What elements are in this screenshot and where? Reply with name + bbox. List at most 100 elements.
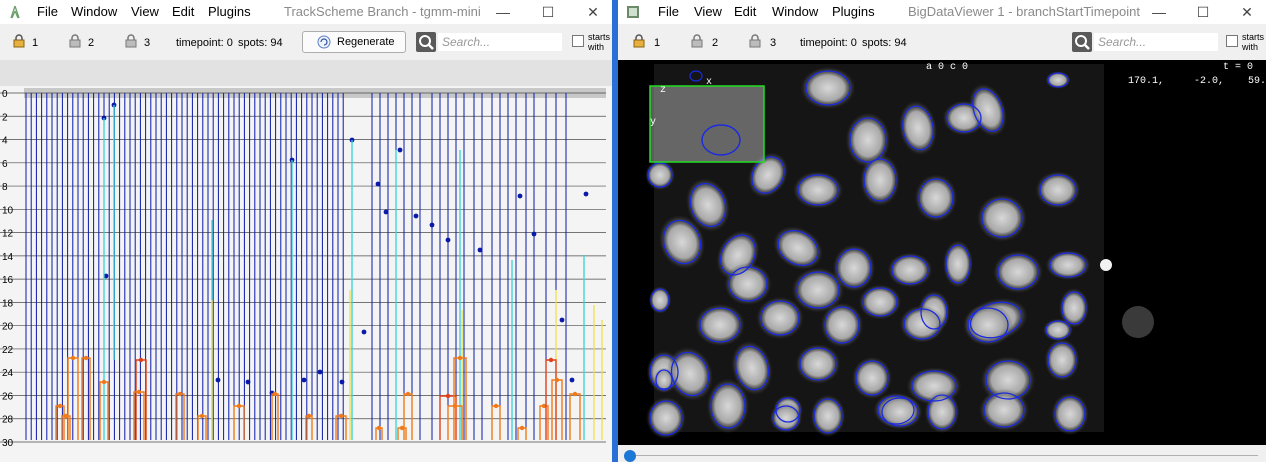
lock-icon[interactable] [690, 34, 704, 48]
timepoint-axis-label: 4 [2, 136, 8, 147]
spots-label: spots: 94 [862, 37, 907, 49]
coordinates-overlay: 170.1, -2.0, 59.4 [1128, 76, 1266, 87]
spot-node [477, 247, 483, 253]
time-slider-thumb[interactable] [624, 450, 636, 462]
lock-icon[interactable] [124, 34, 138, 48]
search-icon[interactable] [1072, 32, 1092, 52]
app-icon [10, 5, 20, 19]
menu-view[interactable]: View [131, 4, 159, 19]
nucleus [977, 194, 1027, 242]
spot-node [338, 413, 344, 419]
minimize-button[interactable]: — [1144, 2, 1174, 22]
search-icon[interactable] [416, 32, 436, 52]
timepoint-axis-label: 30 [2, 438, 14, 449]
nucleus [646, 396, 686, 440]
axis-y-label: y [650, 117, 656, 128]
regenerate-button[interactable]: Regenerate [302, 31, 406, 53]
spot-node [375, 181, 381, 187]
lock-3-label: 3 [770, 37, 777, 49]
spot-node [339, 379, 345, 385]
spot-node [519, 425, 525, 431]
spot-node [177, 391, 183, 397]
nucleus [810, 394, 846, 438]
nucleus [887, 252, 933, 288]
timepoint-axis-label: 18 [2, 298, 14, 309]
spot-node [457, 355, 463, 361]
menu-file[interactable]: File [37, 4, 58, 19]
spot-node [376, 425, 382, 431]
nucleus [914, 174, 958, 222]
spot-node [138, 357, 144, 363]
close-button[interactable]: ✕ [578, 2, 608, 22]
menu-plugins[interactable]: Plugins [832, 4, 875, 19]
trackscheme-titlebar[interactable]: File Window View Edit Plugins TrackSchem… [0, 0, 612, 24]
nucleus [695, 303, 745, 347]
bdv-image-viewer[interactable]: z x y a 0 c 0 t = 0 170.1, -2.0, 59.4 [618, 60, 1266, 445]
menu-view[interactable]: View [694, 4, 722, 19]
spot-node [199, 413, 205, 419]
spot-node [317, 369, 323, 375]
lock-1-label: 1 [32, 37, 39, 49]
nucleus [648, 286, 672, 314]
nucleus [899, 305, 945, 343]
nucleus [858, 284, 902, 320]
lock-icon[interactable] [68, 34, 82, 48]
menu-plugins[interactable]: Plugins [208, 4, 251, 19]
menu-window[interactable]: Window [71, 4, 117, 19]
lock-icon[interactable] [632, 34, 646, 48]
lock-icon[interactable] [12, 34, 26, 48]
window-title: TrackScheme Branch - tgmm-mini [284, 4, 481, 19]
starts-with-checkbox[interactable] [572, 35, 584, 47]
bigdataviewer-window: File View Edit Window Plugins BigDataVie… [616, 0, 1266, 462]
nucleus [1122, 306, 1154, 338]
timepoint-label: timepoint: 0 [176, 37, 233, 49]
starts-with-label: starts with [1242, 32, 1265, 52]
close-button[interactable]: ✕ [1232, 2, 1262, 22]
timepoint-axis-label: 14 [2, 252, 14, 263]
lock-icon[interactable] [748, 34, 762, 48]
spot-node [517, 193, 523, 199]
maximize-button[interactable]: ☐ [533, 2, 563, 22]
menu-file[interactable]: File [658, 4, 679, 19]
nucleus [1044, 338, 1080, 382]
nucleus [645, 160, 675, 190]
trackscheme-toolbar: 1 2 3 timepoint: 0 spots: 94 Regenerate … [0, 28, 612, 58]
timepoint-label: timepoint: 0 [800, 37, 857, 49]
maximize-button[interactable]: ☐ [1188, 2, 1218, 22]
app-icon [627, 6, 639, 18]
spot-node [493, 403, 499, 409]
menu-window[interactable]: Window [772, 4, 818, 19]
menu-edit[interactable]: Edit [172, 4, 194, 19]
window-title: BigDataViewer 1 - branchStartTimepoint [908, 4, 1140, 19]
timepoint-axis-label: 2 [2, 112, 8, 123]
bdv-titlebar[interactable]: File View Edit Window Plugins BigDataVie… [618, 0, 1266, 24]
timepoint-axis-label: 8 [2, 182, 8, 193]
nucleus [795, 344, 841, 384]
timepoint-axis-label: 28 [2, 415, 14, 426]
minimize-button[interactable]: — [488, 2, 518, 22]
timepoint-axis-label: 10 [2, 205, 14, 216]
nucleus [924, 390, 960, 434]
bright-spot [1100, 259, 1112, 271]
nucleus [943, 240, 973, 288]
search-input[interactable] [1094, 33, 1218, 51]
spot-node [70, 355, 76, 361]
spot-node [559, 317, 565, 323]
regenerate-label: Regenerate [337, 36, 395, 48]
spot-node [272, 391, 278, 397]
spot-node [83, 355, 89, 361]
spot-node [397, 147, 403, 153]
spot-node [306, 413, 312, 419]
timepoint-axis-label: 16 [2, 275, 14, 286]
spot-node [413, 213, 419, 219]
starts-with-label: starts with [588, 32, 611, 52]
time-slider-track[interactable] [624, 455, 1258, 456]
starts-with-checkbox[interactable] [1226, 35, 1238, 47]
spot-node [405, 391, 411, 397]
spot-node [429, 222, 435, 228]
menu-edit[interactable]: Edit [734, 4, 756, 19]
trackscheme-tree-canvas[interactable]: 024681012141618202224262830 [0, 60, 612, 462]
nucleus [1045, 250, 1091, 280]
nucleus [820, 302, 864, 348]
search-input[interactable] [438, 33, 562, 51]
